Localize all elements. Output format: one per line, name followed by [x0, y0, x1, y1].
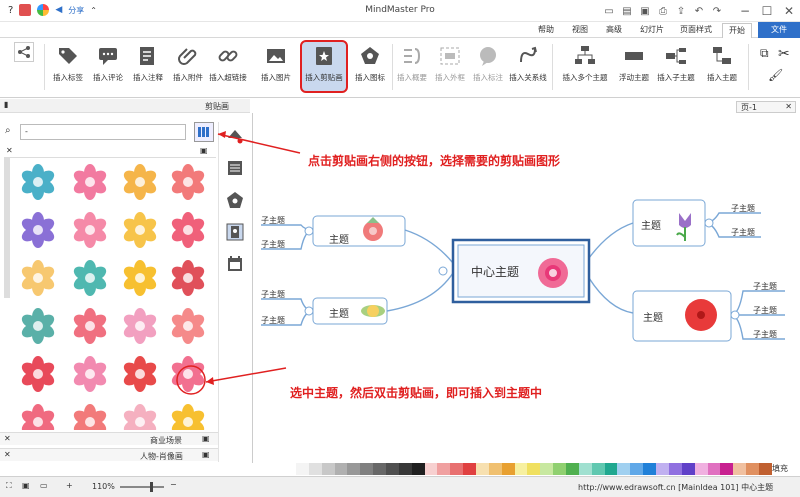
color-swatch[interactable] — [681, 463, 695, 475]
color-swatch[interactable] — [694, 463, 708, 475]
color-swatch[interactable] — [450, 463, 464, 475]
zoom-level[interactable]: 110% — [92, 482, 115, 491]
zoom-in-button[interactable]: + — [66, 481, 73, 490]
color-swatch[interactable] — [617, 463, 631, 475]
color-swatch[interactable] — [514, 463, 528, 475]
color-swatch[interactable] — [386, 463, 399, 475]
color-swatch[interactable] — [527, 463, 541, 475]
zoom-minus-button[interactable]: − — [170, 480, 177, 489]
color-swatch[interactable] — [604, 463, 618, 475]
color-swatch[interactable] — [476, 463, 489, 475]
color-swatch[interactable] — [707, 463, 721, 475]
color-swatch[interactable] — [321, 463, 335, 475]
status-bar: ⛶ ▣ ▭ + − 110% http://www.edrawsoft.cn [… — [0, 476, 800, 497]
color-swatch[interactable] — [347, 463, 361, 475]
color-swatch[interactable] — [437, 463, 451, 475]
color-swatch[interactable] — [463, 463, 477, 475]
color-swatch[interactable] — [296, 463, 309, 475]
color-swatch[interactable] — [553, 463, 567, 475]
color-swatch[interactable] — [630, 463, 644, 475]
zoom-out-icon[interactable]: ▭ — [40, 481, 48, 490]
fit-icon[interactable]: ⛶ — [6, 481, 12, 491]
color-swatch[interactable] — [360, 463, 374, 475]
color-swatch[interactable] — [733, 463, 747, 475]
color-swatch[interactable] — [411, 463, 425, 475]
color-swatch[interactable] — [501, 463, 515, 475]
color-swatch[interactable] — [540, 463, 554, 475]
color-swatch[interactable] — [488, 463, 502, 475]
color-swatch[interactable] — [398, 463, 412, 475]
color-swatch[interactable] — [746, 463, 759, 475]
status-link[interactable]: http://www.edrawsoft.cn [MainIdea 101] 中… — [578, 482, 773, 493]
mindmaster-window: { "window": {"title": "MindMaster Pro", … — [0, 0, 800, 497]
color-swatch[interactable] — [720, 463, 734, 475]
color-swatch[interactable] — [334, 463, 348, 475]
color-swatch[interactable] — [668, 463, 682, 475]
color-swatch[interactable] — [424, 463, 438, 475]
color-swatch[interactable] — [758, 463, 772, 475]
zoom-slider[interactable] — [120, 486, 164, 488]
fullscreen-icon[interactable]: ▣ — [22, 481, 30, 490]
annotation-arrows — [176, 131, 301, 395]
color-swatch[interactable] — [308, 463, 322, 475]
color-swatch[interactable] — [566, 463, 579, 475]
color-palette[interactable] — [296, 463, 772, 475]
color-swatch[interactable] — [591, 463, 605, 475]
color-swatch[interactable] — [643, 463, 657, 475]
color-swatch[interactable] — [373, 463, 387, 475]
color-swatch[interactable] — [578, 463, 592, 475]
zoom-slider-thumb[interactable] — [150, 482, 153, 492]
color-swatch[interactable] — [656, 463, 669, 475]
fill-label: 填充 — [772, 464, 788, 473]
